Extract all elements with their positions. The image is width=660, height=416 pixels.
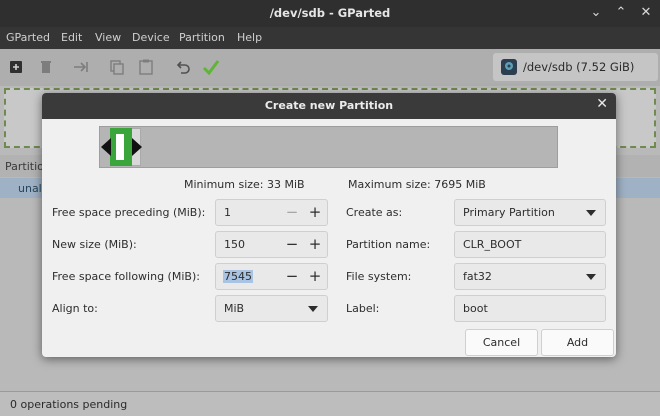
fs-label-value[interactable]: boot bbox=[463, 302, 488, 315]
file-system-select[interactable]: fat32 bbox=[454, 263, 606, 290]
create-as-label: Create as: bbox=[346, 206, 403, 219]
partition-size-bar[interactable] bbox=[99, 126, 558, 168]
device-label: /dev/sdb (7.52 GiB) bbox=[523, 60, 635, 74]
partition-block[interactable] bbox=[110, 128, 132, 166]
increment-icon[interactable]: + bbox=[305, 233, 325, 256]
partition-name-value[interactable]: CLR_BOOT bbox=[463, 238, 521, 251]
chevron-down-icon bbox=[308, 306, 318, 312]
free-following-value[interactable]: 7545 bbox=[223, 270, 253, 283]
dialog-title: Create new Partition bbox=[264, 99, 394, 112]
chevron-down-icon bbox=[586, 210, 596, 216]
create-as-select[interactable]: Primary Partition bbox=[454, 199, 606, 226]
resize-left-handle-icon[interactable] bbox=[101, 138, 111, 156]
free-preceding-spinner[interactable]: 1 − + bbox=[215, 199, 328, 226]
file-system-value: fat32 bbox=[463, 270, 492, 283]
apply-icon[interactable] bbox=[202, 58, 220, 76]
partition-name-field[interactable]: CLR_BOOT bbox=[454, 231, 606, 258]
device-selector[interactable]: /dev/sdb (7.52 GiB) bbox=[493, 53, 658, 81]
status-text: 0 operations pending bbox=[10, 398, 128, 411]
create-partition-dialog: Create new Partition ✕ Minimum size: 33 … bbox=[42, 93, 616, 357]
chevron-down-icon bbox=[586, 274, 596, 280]
minimum-size-label: Minimum size: 33 MiB bbox=[184, 178, 305, 191]
add-button[interactable]: Add bbox=[541, 329, 614, 356]
undo-icon[interactable] bbox=[174, 58, 192, 76]
menu-view[interactable]: View bbox=[95, 31, 121, 44]
decrement-icon[interactable]: − bbox=[282, 265, 302, 288]
column-partition[interactable]: Partitio bbox=[5, 160, 44, 173]
new-icon[interactable] bbox=[7, 58, 25, 76]
align-to-select[interactable]: MiB bbox=[215, 295, 328, 322]
delete-icon[interactable] bbox=[37, 58, 55, 76]
fs-label-field[interactable]: boot bbox=[454, 295, 606, 322]
free-preceding-label: Free space preceding (MiB): bbox=[52, 206, 206, 219]
menu-bar: GParted Edit View Device Partition Help bbox=[0, 27, 660, 49]
window-titlebar: /dev/sdb - GParted ⌄ ⌃ ✕ bbox=[0, 0, 660, 27]
copy-icon[interactable] bbox=[108, 58, 126, 76]
increment-icon[interactable]: + bbox=[305, 201, 325, 224]
decrement-icon[interactable]: − bbox=[282, 233, 302, 256]
create-as-value: Primary Partition bbox=[463, 206, 555, 219]
menu-partition[interactable]: Partition bbox=[179, 31, 225, 44]
cancel-button[interactable]: Cancel bbox=[465, 329, 538, 356]
maximum-size-label: Maximum size: 7695 MiB bbox=[348, 178, 486, 191]
resize-move-icon[interactable] bbox=[72, 58, 90, 76]
partition-name-label: Partition name: bbox=[346, 238, 431, 251]
window-title: /dev/sdb - GParted bbox=[269, 6, 391, 20]
fs-label-label: Label: bbox=[346, 302, 380, 315]
resize-right-handle-icon[interactable] bbox=[132, 138, 142, 156]
disk-icon bbox=[501, 59, 517, 75]
partition-block-inner bbox=[116, 134, 124, 160]
menu-help[interactable]: Help bbox=[237, 31, 262, 44]
maximize-icon[interactable]: ⌃ bbox=[612, 4, 630, 22]
dialog-header: Create new Partition ✕ bbox=[42, 93, 616, 119]
row-partition-cell: unal bbox=[18, 182, 42, 195]
free-following-spinner[interactable]: 7545 − + bbox=[215, 263, 328, 290]
close-window-icon[interactable]: ✕ bbox=[637, 4, 655, 22]
increment-icon[interactable]: + bbox=[305, 265, 325, 288]
free-following-label: Free space following (MiB): bbox=[52, 270, 200, 283]
menu-device[interactable]: Device bbox=[132, 31, 170, 44]
menu-gparted[interactable]: GParted bbox=[6, 31, 50, 44]
new-size-value[interactable]: 150 bbox=[224, 238, 245, 251]
status-bar: 0 operations pending bbox=[0, 391, 660, 416]
dialog-close-icon[interactable]: ✕ bbox=[596, 96, 608, 112]
new-size-spinner[interactable]: 150 − + bbox=[215, 231, 328, 258]
menu-edit[interactable]: Edit bbox=[61, 31, 82, 44]
new-size-label: New size (MiB): bbox=[52, 238, 137, 251]
align-to-value: MiB bbox=[224, 302, 245, 315]
paste-icon[interactable] bbox=[137, 58, 155, 76]
free-preceding-value[interactable]: 1 bbox=[224, 206, 231, 219]
minimize-icon[interactable]: ⌄ bbox=[587, 4, 605, 22]
file-system-label: File system: bbox=[346, 270, 412, 283]
align-to-label: Align to: bbox=[52, 302, 98, 315]
decrement-icon: − bbox=[285, 203, 299, 221]
